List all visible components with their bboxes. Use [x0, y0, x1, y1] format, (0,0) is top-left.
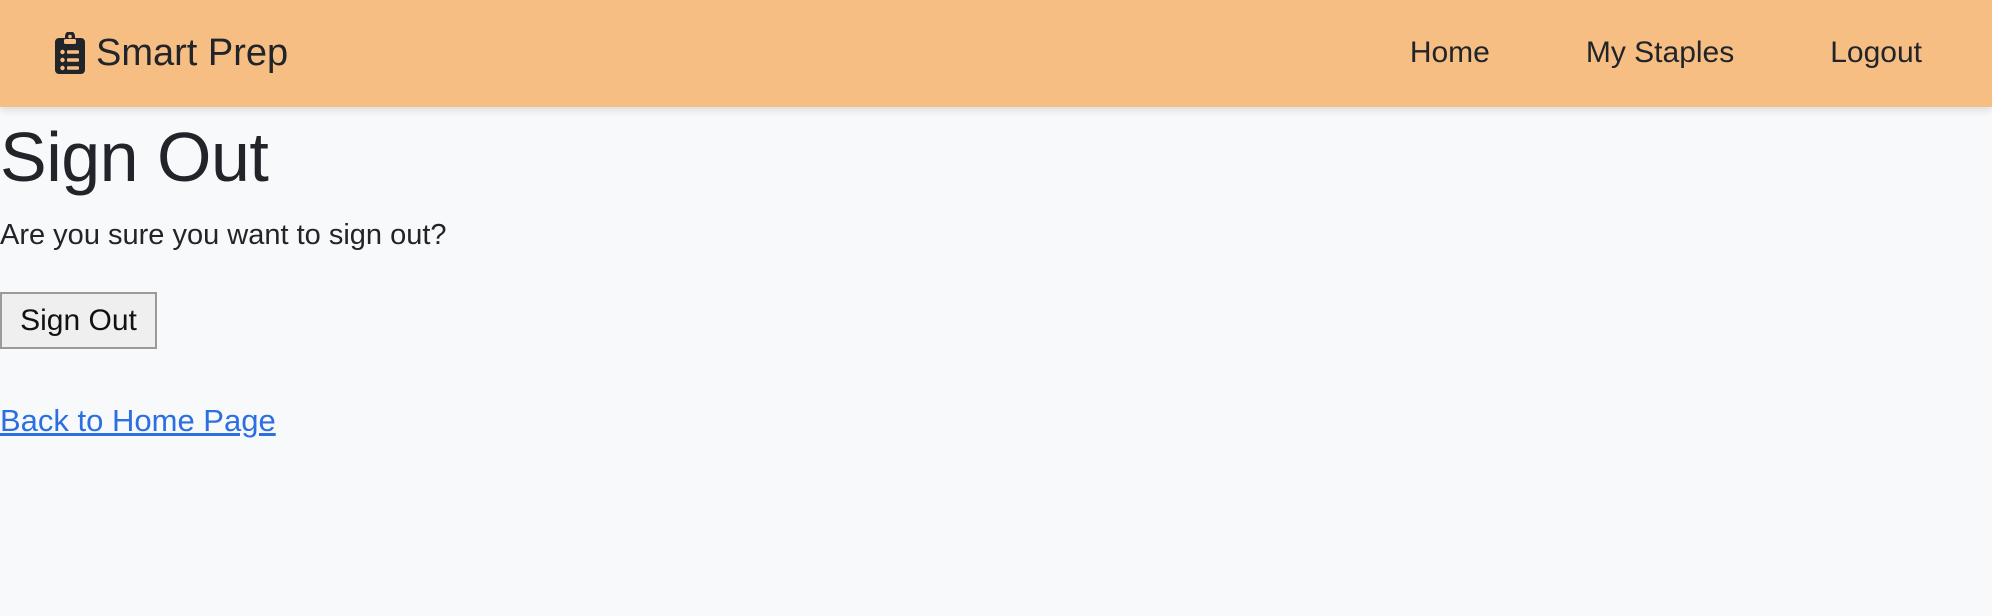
nav-link-home[interactable]: Home [1410, 33, 1490, 73]
brand-link[interactable]: Smart Prep [55, 30, 288, 76]
nav-link-logout[interactable]: Logout [1830, 33, 1922, 73]
clipboard-list-icon [55, 32, 85, 74]
page-title: Sign Out [0, 118, 269, 196]
sign-out-prompt: Are you sure you want to sign out? [0, 219, 447, 251]
sign-out-button[interactable]: Sign Out [0, 292, 157, 349]
nav-link-my-staples[interactable]: My Staples [1586, 33, 1734, 73]
nav-links: Home My Staples Logout [1410, 33, 1922, 73]
top-navbar: Smart Prep Home My Staples Logout [0, 0, 1992, 107]
back-to-home-link[interactable]: Back to Home Page [0, 401, 276, 441]
brand-label: Smart Prep [96, 32, 289, 74]
